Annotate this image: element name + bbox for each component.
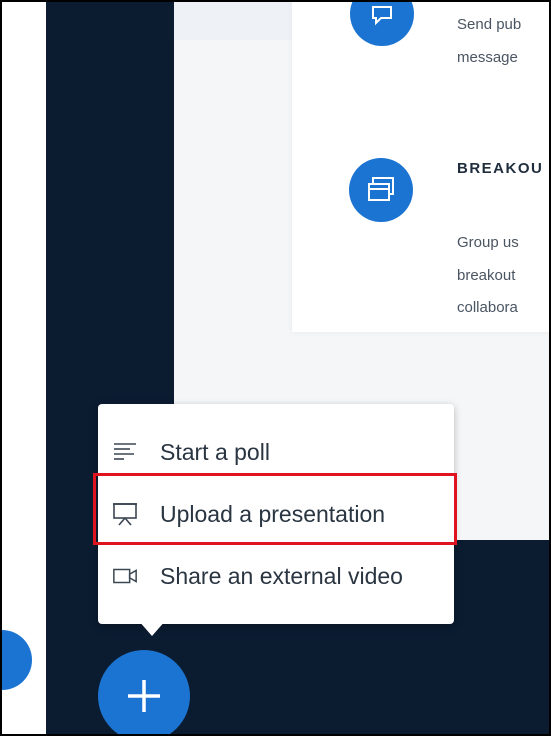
- feature-2-title: BREAKOU: [457, 160, 544, 177]
- plus-icon: [128, 680, 160, 712]
- video-icon: [112, 563, 138, 589]
- share-external-video-label: Share an external video: [160, 562, 403, 589]
- share-external-video-item[interactable]: Share an external video: [98, 553, 454, 599]
- breakout-rooms-icon: [349, 158, 413, 222]
- left-white-strip: [2, 2, 46, 734]
- top-tint: [174, 2, 294, 40]
- start-poll-item[interactable]: Start a poll: [98, 429, 454, 475]
- feature-1-line-1: Send pub: [457, 16, 522, 33]
- poll-icon: [112, 439, 138, 465]
- feature-2-line-1: Group us: [457, 234, 519, 251]
- feature-1-line-2: message: [457, 49, 518, 66]
- menu-pointer: [138, 620, 166, 636]
- feature-2-line-3: collabora: [457, 299, 518, 316]
- actions-plus-button[interactable]: [98, 650, 190, 734]
- start-poll-label: Start a poll: [160, 438, 270, 465]
- highlight-box: [93, 473, 457, 545]
- app-frame: Send pub message BREAKOU Group us breako…: [0, 0, 551, 736]
- feature-2-line-2: breakout: [457, 267, 516, 284]
